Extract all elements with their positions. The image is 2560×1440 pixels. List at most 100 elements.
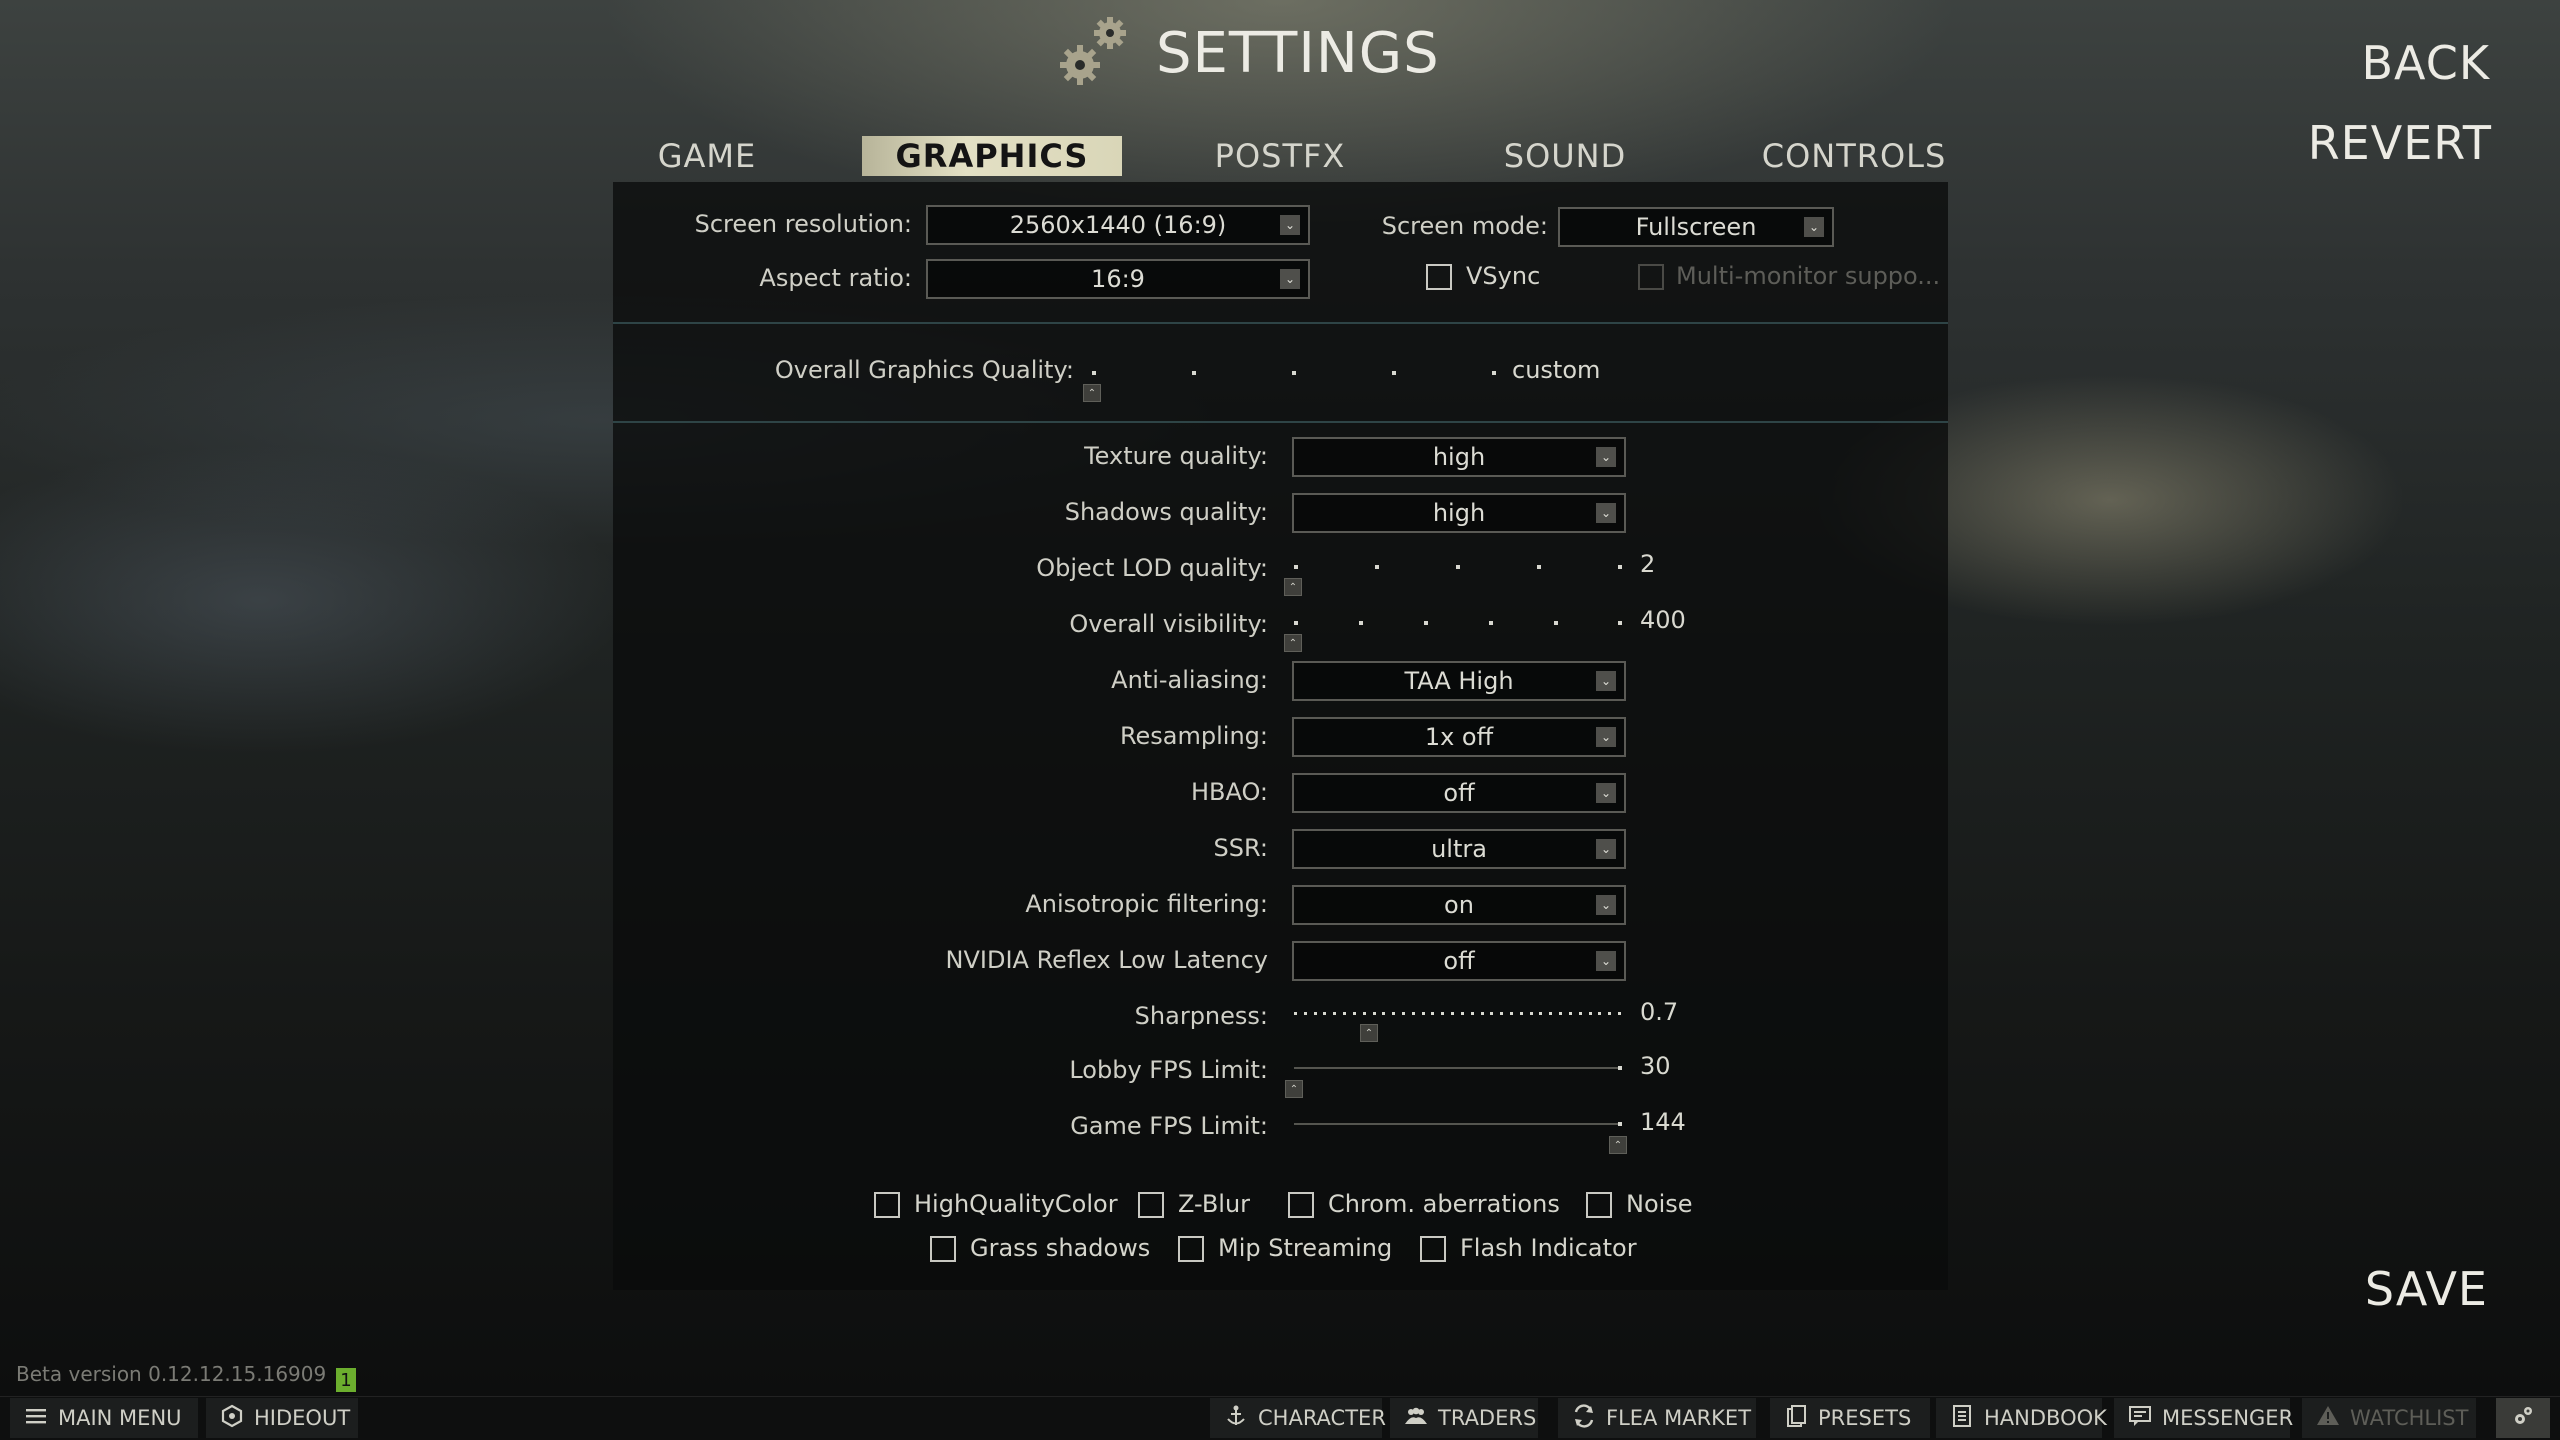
slider-tick <box>1579 1012 1582 1015</box>
shadows-quality-dropdown[interactable]: high ⌄ <box>1292 493 1626 533</box>
screen-mode-label: Screen mode: <box>1381 212 1548 240</box>
object-lod-label: Object LOD quality: <box>1036 554 1268 582</box>
sharpness-label: Sharpness: <box>1134 1002 1268 1030</box>
slider-tick <box>1490 1012 1493 1015</box>
slider-tick <box>1456 565 1460 569</box>
ssr-dropdown[interactable]: ultra ⌄ <box>1292 829 1626 869</box>
watchlist-button[interactable]: WATCHLIST <box>2302 1398 2476 1438</box>
aspect-ratio-label: Aspect ratio: <box>759 264 912 292</box>
flea-market-button[interactable]: FLEA MARKET <box>1558 1398 1756 1438</box>
slider-handle[interactable]: ⌃ <box>1083 384 1101 402</box>
overall-quality-slider[interactable] <box>1092 371 1496 375</box>
nav-label: CHARACTER <box>1258 1406 1386 1430</box>
slider-tick <box>1530 1012 1533 1015</box>
tab-sound[interactable]: SOUND <box>1502 136 1628 176</box>
nav-label: TRADERS <box>1438 1406 1537 1430</box>
slider-tick <box>1294 621 1298 625</box>
chevron-down-icon: ⌄ <box>1596 951 1616 971</box>
high-quality-color-checkbox[interactable] <box>874 1192 900 1218</box>
screen-resolution-dropdown[interactable]: 2560x1440 (16:9) ⌄ <box>926 205 1310 245</box>
object-lod-slider[interactable] <box>1294 565 1622 569</box>
settings-panel <box>613 182 1948 1290</box>
slider-tick <box>1618 1066 1622 1070</box>
slider-handle[interactable]: ⌃ <box>1285 1080 1303 1098</box>
sharpness-slider[interactable] <box>1294 1012 1622 1016</box>
main-menu-button[interactable]: MAIN MENU <box>10 1398 198 1438</box>
nav-label: PRESETS <box>1818 1406 1912 1430</box>
chevron-down-icon: ⌄ <box>1280 215 1300 235</box>
resampling-dropdown[interactable]: 1x off ⌄ <box>1292 717 1626 757</box>
save-button[interactable]: SAVE <box>2365 1262 2488 1316</box>
multimonitor-checkbox[interactable] <box>1638 264 1664 290</box>
slider-tick <box>1323 1012 1326 1015</box>
tab-controls[interactable]: CONTROLS <box>1762 136 1946 176</box>
settings-nav-button[interactable] <box>2496 1398 2550 1438</box>
hbao-dropdown[interactable]: off ⌄ <box>1292 773 1626 813</box>
slider-handle[interactable]: ⌃ <box>1284 634 1302 652</box>
hbao-label: HBAO: <box>1190 778 1268 806</box>
slider-tick <box>1441 1012 1444 1015</box>
presets-button[interactable]: PRESETS <box>1770 1398 1930 1438</box>
overall-visibility-slider[interactable] <box>1294 621 1622 625</box>
flash-indicator-checkbox[interactable] <box>1420 1236 1446 1262</box>
slider-handle[interactable]: ⌃ <box>1360 1024 1378 1042</box>
hideout-icon <box>220 1404 244 1433</box>
high-quality-color-label: HighQualityColor <box>914 1190 1118 1218</box>
dropdown-value: 16:9 <box>1091 265 1145 293</box>
slider-tick <box>1314 1012 1317 1015</box>
nav-label: MAIN MENU <box>58 1406 182 1430</box>
lobby-fps-slider[interactable] <box>1294 1066 1622 1070</box>
grass-shadows-checkbox[interactable] <box>930 1236 956 1262</box>
nvidia-reflex-dropdown[interactable]: off ⌄ <box>1292 941 1626 981</box>
dropdown-value: high <box>1432 499 1486 527</box>
noise-checkbox[interactable] <box>1586 1192 1612 1218</box>
vsync-checkbox[interactable] <box>1426 264 1452 290</box>
slider-tick <box>1392 1012 1395 1015</box>
mip-streaming-label: Mip Streaming <box>1218 1234 1393 1262</box>
revert-button[interactable]: REVERT <box>2308 116 2492 170</box>
slider-tick <box>1402 1012 1405 1015</box>
chevron-down-icon: ⌄ <box>1804 217 1824 237</box>
screen-mode-dropdown[interactable]: Fullscreen ⌄ <box>1558 207 1834 247</box>
chrom-aberrations-checkbox[interactable] <box>1288 1192 1314 1218</box>
overall-quality-label: Overall Graphics Quality: <box>774 356 1074 384</box>
screen-resolution-label: Screen resolution: <box>694 210 912 238</box>
slider-tick <box>1392 371 1396 375</box>
anisotropic-dropdown[interactable]: on ⌄ <box>1292 885 1626 925</box>
handbook-button[interactable]: HANDBOOK <box>1936 1398 2107 1438</box>
tab-game[interactable]: GAME <box>650 136 764 176</box>
slider-tick <box>1292 371 1296 375</box>
character-button[interactable]: CHARACTER <box>1210 1398 1386 1438</box>
anti-aliasing-dropdown[interactable]: TAA High ⌄ <box>1292 661 1626 701</box>
slider-tick <box>1431 1012 1434 1015</box>
slider-tick <box>1471 1012 1474 1015</box>
flash-indicator-label: Flash Indicator <box>1460 1234 1637 1262</box>
messenger-button[interactable]: MESSENGER <box>2114 1398 2293 1438</box>
tab-postfx[interactable]: POSTFX <box>1210 136 1350 176</box>
dropdown-value: on <box>1444 891 1474 919</box>
vsync-label: VSync <box>1466 262 1541 290</box>
texture-quality-dropdown[interactable]: high ⌄ <box>1292 437 1626 477</box>
sharpness-value: 0.7 <box>1640 998 1679 1026</box>
aspect-ratio-dropdown[interactable]: 16:9 ⌄ <box>926 259 1310 299</box>
slider-handle[interactable]: ⌃ <box>1609 1136 1627 1154</box>
chrom-aberrations-label: Chrom. aberrations <box>1328 1190 1560 1218</box>
settings-icon <box>2511 1404 2535 1433</box>
slider-tick <box>1412 1012 1415 1015</box>
game-fps-value: 144 <box>1640 1108 1686 1136</box>
grass-shadows-label: Grass shadows <box>970 1234 1151 1262</box>
game-fps-slider[interactable] <box>1294 1122 1622 1126</box>
character-icon <box>1224 1404 1248 1433</box>
traders-button[interactable]: TRADERS <box>1390 1398 1538 1438</box>
tab-graphics[interactable]: GRAPHICS <box>862 136 1122 176</box>
slider-tick <box>1539 1012 1542 1015</box>
hideout-button[interactable]: HIDEOUT <box>206 1398 358 1438</box>
back-button[interactable]: BACK <box>2361 36 2490 90</box>
mip-streaming-checkbox[interactable] <box>1178 1236 1204 1262</box>
z-blur-checkbox[interactable] <box>1138 1192 1164 1218</box>
multimonitor-label: Multi-monitor suppo... <box>1676 262 1941 290</box>
nvidia-reflex-label: NVIDIA Reflex Low Latency <box>945 946 1268 974</box>
watchlist-icon <box>2316 1404 2340 1433</box>
notification-badge[interactable]: 1 <box>336 1368 356 1392</box>
slider-handle[interactable]: ⌃ <box>1284 578 1302 596</box>
